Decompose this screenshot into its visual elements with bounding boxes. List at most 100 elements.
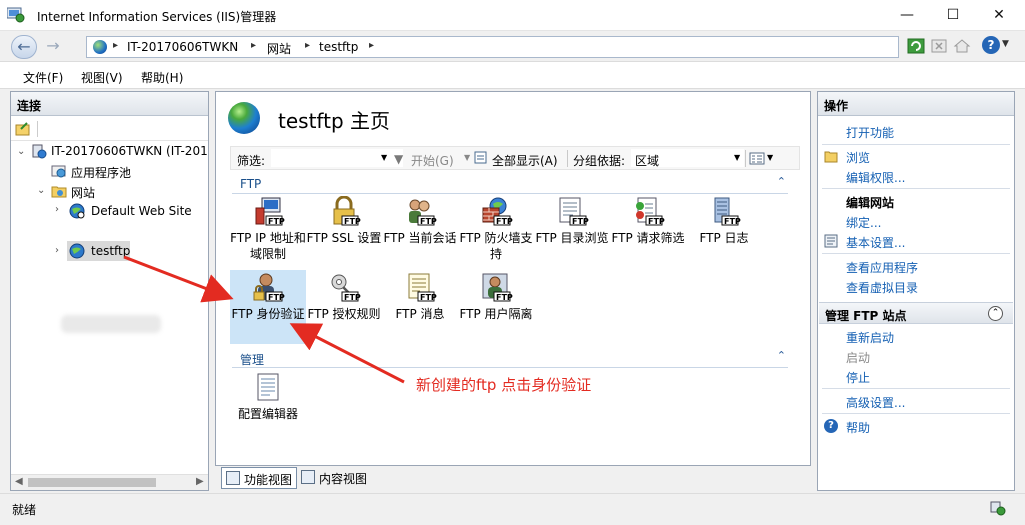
menu-help[interactable]: 帮助(H): [141, 69, 183, 86]
server-icon: [32, 144, 47, 159]
funnel-icon[interactable]: ▼: [394, 152, 403, 166]
action-help[interactable]: 帮助: [846, 419, 870, 436]
chevron-right-icon[interactable]: ›: [55, 245, 59, 256]
site-globe-icon: [228, 102, 260, 134]
ftp-tag: FTP: [724, 217, 741, 226]
chevron-down-icon[interactable]: ▼: [1002, 39, 1009, 49]
feature-ftp-sessions[interactable]: FTP 当前会话: [382, 194, 458, 268]
collapse-icon[interactable]: ⌃: [777, 349, 786, 362]
breadcrumb-separator[interactable]: ▸: [369, 40, 374, 51]
feature-ftp-authentication[interactable]: FTP 身份验证: [230, 270, 306, 344]
breadcrumb-separator[interactable]: ▸: [251, 40, 256, 51]
show-all-button[interactable]: 全部显示(A): [492, 152, 558, 169]
tree-item-testftp[interactable]: testftp: [91, 244, 130, 258]
feature-ftp-authorization-rules[interactable]: FTP 授权规则: [306, 270, 382, 344]
section-ftp[interactable]: FTP ⌃: [232, 175, 788, 194]
action-browse[interactable]: 浏览: [846, 149, 870, 166]
tree-item-app-pools[interactable]: 应用程序池: [71, 164, 131, 181]
breadcrumb-separator[interactable]: ▸: [113, 40, 118, 51]
browse-icon: [824, 151, 838, 163]
configuration-editor-icon: [257, 373, 279, 401]
back-button[interactable]: ←: [11, 35, 37, 59]
tab-features-view[interactable]: 功能视图: [221, 467, 298, 489]
chevron-down-icon[interactable]: ▼: [464, 153, 470, 162]
action-advanced-settings[interactable]: 高级设置...: [846, 394, 905, 411]
action-basic-settings[interactable]: 基本设置...: [846, 234, 905, 251]
chevron-down-icon[interactable]: ▼: [767, 153, 773, 162]
action-restart[interactable]: 重新启动: [846, 329, 894, 346]
connect-icon[interactable]: [15, 121, 31, 137]
chevron-down-icon[interactable]: ▼: [734, 153, 740, 162]
ftp-tag: FTP: [648, 217, 665, 226]
basic-settings-icon: [824, 234, 838, 248]
iis-manager-icon: [7, 7, 25, 23]
globe-icon: [93, 40, 107, 54]
home-icon[interactable]: [953, 37, 971, 55]
ftp-tag: FTP: [420, 293, 437, 302]
menu-file[interactable]: 文件(F): [23, 69, 63, 86]
feature-ftp-request-filtering[interactable]: FTP 请求筛选: [610, 194, 686, 268]
action-bindings[interactable]: 绑定...: [846, 214, 881, 231]
stop-icon[interactable]: [930, 37, 948, 55]
menu-view[interactable]: 视图(V): [81, 69, 123, 86]
action-open-feature[interactable]: 打开功能: [846, 124, 894, 141]
chevron-right-icon[interactable]: ›: [55, 204, 59, 215]
breadcrumb[interactable]: ▸ IT-20170606TWKN ▸ 网站 ▸ testftp ▸: [86, 36, 899, 58]
scroll-left-icon[interactable]: ◀: [15, 476, 23, 487]
feature-ftp-user-isolation[interactable]: FTP 用户隔离: [458, 270, 534, 344]
scrollbar-thumb[interactable]: [28, 478, 156, 487]
toolbar-separator: [567, 150, 568, 167]
breadcrumb-separator[interactable]: ▸: [305, 40, 310, 51]
feature-ftp-firewall[interactable]: FTP 防火墙支持: [458, 194, 534, 268]
tree-item-default-web-site[interactable]: Default Web Site: [91, 204, 192, 218]
feature-label: FTP 防火墙支持: [459, 231, 533, 261]
scroll-right-icon[interactable]: ▶: [196, 476, 204, 487]
horizontal-scrollbar[interactable]: ◀ ▶: [11, 474, 208, 490]
action-edit-permissions[interactable]: 编辑权限...: [846, 169, 905, 186]
manage-ftp-site-header[interactable]: 管理 FTP 站点 ⌃: [819, 302, 1013, 324]
breadcrumb-sites[interactable]: 网站: [267, 40, 291, 57]
show-all-icon[interactable]: [474, 151, 489, 166]
connections-toolbar: [11, 117, 208, 141]
start-button[interactable]: 开始(G): [411, 152, 454, 169]
collapse-icon[interactable]: ⌃: [777, 175, 786, 188]
feature-ftp-ip-restrictions[interactable]: FTP IP 地址和域限制: [230, 194, 306, 268]
breadcrumb-site[interactable]: testftp: [319, 40, 358, 54]
breadcrumb-server[interactable]: IT-20170606TWKN: [127, 40, 238, 54]
action-view-virtual-directories[interactable]: 查看虚拟目录: [846, 279, 918, 296]
tree-item-server[interactable]: IT-20170606TWKN (IT-201: [51, 144, 208, 158]
action-view-applications[interactable]: 查看应用程序: [846, 259, 918, 276]
close-button[interactable]: ✕: [976, 0, 1022, 31]
tab-label: 功能视图: [244, 473, 293, 487]
feature-ftp-directory-browsing[interactable]: FTP 目录浏览: [534, 194, 610, 268]
view-mode-icon[interactable]: [749, 151, 765, 166]
feature-ftp-logging[interactable]: FTP 日志: [686, 194, 762, 268]
page-title: testftp 主页: [278, 109, 390, 133]
tab-content-view[interactable]: 内容视图: [297, 467, 371, 489]
collapse-icon[interactable]: ⌃: [988, 306, 1003, 321]
chevron-down-icon[interactable]: ⌄: [37, 185, 45, 196]
section-manage-label: 管理: [240, 353, 265, 367]
minimize-button[interactable]: —: [884, 0, 930, 31]
tree-item-sites[interactable]: 网站: [71, 184, 95, 201]
feature-label: FTP 日志: [699, 231, 749, 245]
feature-configuration-editor[interactable]: 配置编辑器: [230, 370, 306, 444]
ftp-tag: FTP: [344, 217, 361, 226]
action-stop[interactable]: 停止: [846, 369, 870, 386]
section-manage[interactable]: 管理 ⌃: [232, 349, 788, 368]
feature-ftp-ssl[interactable]: FTP SSL 设置: [306, 194, 382, 268]
action-start[interactable]: 启动: [846, 349, 870, 366]
help-icon[interactable]: ?: [982, 36, 1000, 54]
feature-label: FTP 消息: [395, 307, 445, 321]
forward-button[interactable]: →: [40, 35, 66, 59]
refresh-icon[interactable]: [907, 37, 925, 55]
chevron-down-icon[interactable]: ⌄: [17, 146, 25, 157]
network-status-icon: [990, 501, 1006, 516]
title-bar: Internet Information Services (IIS)管理器 —…: [0, 0, 1025, 31]
chevron-down-icon[interactable]: ▼: [381, 153, 387, 162]
divider: [822, 413, 1010, 414]
feature-ftp-messages[interactable]: FTP 消息: [382, 270, 458, 344]
feature-label: FTP 当前会话: [383, 231, 457, 245]
maximize-button[interactable]: ☐: [930, 0, 976, 31]
filter-toolbar: 筛选: ▼ ▼ 开始(G) ▼ 全部显示(A) 分组依据: 区域 ▼ ▼: [230, 146, 800, 170]
